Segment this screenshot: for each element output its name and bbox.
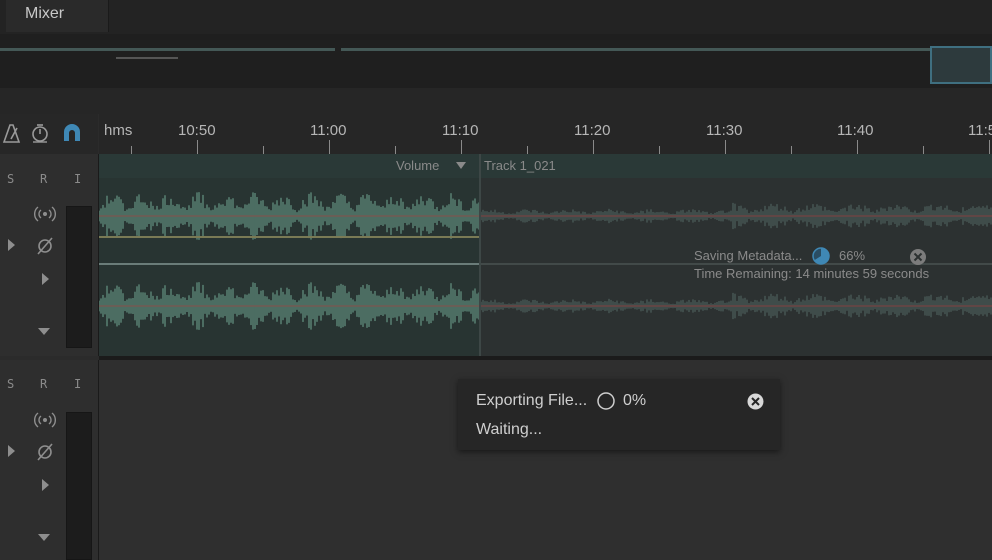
overview-track-line <box>341 48 930 51</box>
ruler-tick <box>659 146 660 154</box>
clip-volume-label: Volume <box>396 158 440 173</box>
monitor-broadcast-icon[interactable] <box>34 412 56 428</box>
tab-mixer-label: Mixer <box>25 5 65 22</box>
saving-metadata-label: Saving Metadata... <box>694 248 803 263</box>
metronome-icon[interactable] <box>0 122 22 144</box>
ruler-tick-label: 11:40 <box>837 122 874 139</box>
ruler-tick <box>131 146 132 154</box>
waveform-channel-right <box>99 282 992 330</box>
overview-viewport-handle[interactable] <box>930 46 992 84</box>
overview-track-line <box>0 48 335 51</box>
ruler-tick-label: 11:20 <box>574 122 611 139</box>
track-header-1: S R I <box>0 154 99 356</box>
phase-invert-icon[interactable] <box>35 236 55 256</box>
close-circle-icon[interactable] <box>909 248 927 266</box>
ruler-tick <box>923 146 924 154</box>
snap-magnet-icon[interactable] <box>61 122 83 144</box>
ruler-tick <box>989 140 990 154</box>
top-tab-bar <box>0 0 992 34</box>
ruler-tick-label: 11:30 <box>706 122 743 139</box>
ruler-tick <box>857 140 858 154</box>
expand-arrow-icon[interactable] <box>6 444 16 458</box>
stopwatch-icon[interactable] <box>29 122 51 144</box>
export-status: Waiting... <box>476 421 543 438</box>
expand-arrow-icon[interactable] <box>6 238 16 252</box>
saving-time-remaining: Time Remaining: 14 minutes 59 seconds <box>694 266 930 281</box>
export-label: Exporting File... <box>476 392 588 409</box>
ruler-tick <box>593 140 594 154</box>
ruler-tick <box>263 146 264 154</box>
ruler-tick <box>791 146 792 154</box>
close-circle-icon[interactable] <box>747 393 764 410</box>
clip-name: Track 1_021 <box>484 158 556 173</box>
ruler-tick-label: 10:50 <box>178 122 216 139</box>
tab-mixer[interactable]: Mixer <box>6 0 109 32</box>
phase-invert-icon[interactable] <box>35 442 55 462</box>
expand-arrow-icon[interactable] <box>40 272 50 286</box>
solo-button[interactable]: S <box>7 172 14 186</box>
export-progress-popup: Exporting File... 0% Waiting... <box>458 379 780 450</box>
expand-arrow-icon[interactable] <box>40 478 50 492</box>
collapse-arrow-icon[interactable] <box>37 532 51 542</box>
input-monitor-button[interactable]: I <box>74 172 81 186</box>
ruler-tick <box>725 140 726 154</box>
solo-button[interactable]: S <box>7 377 14 391</box>
ruler-tick <box>527 146 528 154</box>
track-header-2: S R I <box>0 360 99 560</box>
export-percent: 0% <box>623 392 647 409</box>
record-arm-button[interactable]: R <box>40 377 47 391</box>
collapse-arrow-icon[interactable] <box>37 326 51 336</box>
ruler-tick-label: 11:5 <box>968 122 992 139</box>
toolbar-band <box>0 88 992 114</box>
record-arm-button[interactable]: R <box>40 172 47 186</box>
overview-scroll-indicator[interactable] <box>116 57 178 59</box>
ruler-tick <box>395 146 396 154</box>
tool-row <box>0 114 98 154</box>
ruler-tick <box>461 140 462 154</box>
ruler-tick-label: 11:00 <box>310 122 347 139</box>
ruler-unit: hms <box>104 122 133 139</box>
saving-percent: 66% <box>839 248 866 263</box>
level-meter <box>66 412 92 560</box>
ruler-tick <box>329 140 330 154</box>
clip-header[interactable]: Volume Track 1_021 <box>99 154 992 178</box>
volume-dropdown-icon[interactable] <box>455 161 467 170</box>
input-monitor-button[interactable]: I <box>74 377 81 391</box>
progress-pie-icon <box>812 247 830 265</box>
playhead[interactable] <box>479 154 481 356</box>
session-overview[interactable] <box>0 34 992 88</box>
ruler-tick-label: 11:10 <box>442 122 479 139</box>
monitor-broadcast-icon[interactable] <box>34 206 56 222</box>
track-lane-1[interactable]: Volume Track 1_021 Saving Metadata... 66… <box>99 154 992 356</box>
level-meter <box>66 206 92 348</box>
progress-ring-icon <box>597 392 615 410</box>
waveform-channel-left <box>99 192 992 240</box>
timeline-ruler[interactable]: hms 10:50 11:00 11:10 11:20 11:30 11:40 … <box>99 114 992 155</box>
ruler-tick <box>197 140 198 154</box>
